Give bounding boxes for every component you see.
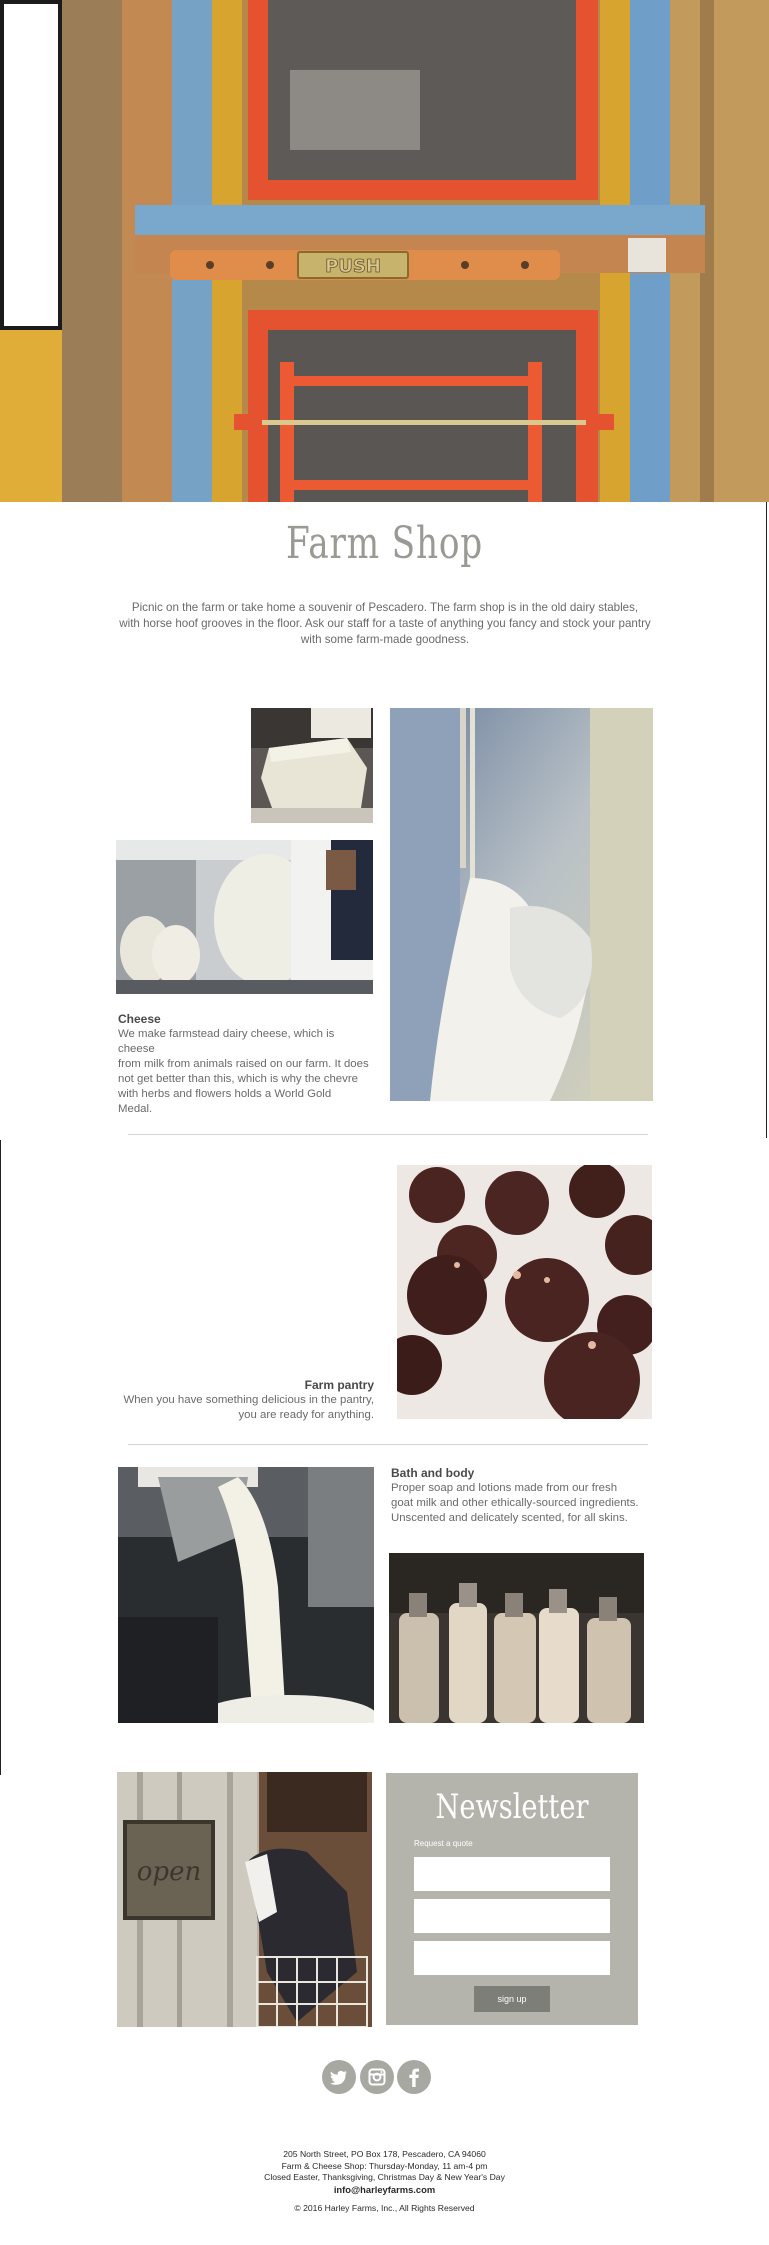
pantry-body: When you have something delicious in the… (118, 1393, 374, 1423)
newsletter-panel: Newsletter Request a quote sign up (386, 1773, 638, 2025)
bath-line: Unscented and delicately scented, for al… (391, 1512, 628, 1524)
cheese-line: We make farmstead dairy cheese, which is… (118, 1028, 335, 1055)
footer-copyright: © 2016 Harley Farms, Inc., All Rights Re… (294, 2203, 475, 2213)
page-title: Farm Shop (285, 518, 484, 569)
section-divider (128, 1134, 648, 1135)
cheese-line: from milk from animals raised on our far… (118, 1058, 369, 1070)
milk-pour-photo (118, 1467, 374, 1723)
pantry-section: Farm pantry When you have something deli… (118, 1378, 374, 1423)
newsletter-field-2[interactable] (414, 1899, 610, 1933)
facebook-icon[interactable] (397, 2060, 431, 2094)
footer-hours: Farm & Cheese Shop: Thursday-Monday, 11 … (281, 2160, 488, 2171)
chocolate-truffles-photo (397, 1165, 652, 1419)
cheese-line: not get better than this, which is why t… (118, 1073, 358, 1085)
twitter-icon[interactable] (322, 2060, 356, 2094)
pantry-line: you are ready for anything. (238, 1409, 374, 1421)
cheese-section: Cheese We make farmstead dairy cheese, w… (118, 1012, 374, 1117)
intro-text: Picnic on the farm or take home a souven… (118, 600, 652, 648)
svg-text:open: open (137, 1857, 201, 1887)
newsletter-field-3[interactable] (414, 1941, 610, 1975)
signup-button[interactable]: sign up (474, 1986, 550, 2012)
intro-line: with horse hoof grooves in the floor. As… (119, 617, 651, 630)
footer-address: 205 North Street, PO Box 178, Pescadero,… (283, 2149, 486, 2159)
section-divider (128, 1444, 648, 1445)
pantry-line: When you have something delicious in the… (123, 1394, 374, 1406)
edge-rule (766, 700, 767, 1138)
bath-body: Proper soap and lotions made from our fr… (391, 1481, 653, 1526)
cheese-hanging-photo (116, 840, 373, 994)
cheese-heading: Cheese (118, 1012, 161, 1026)
hero-photo: PUSH (0, 0, 769, 502)
footer: 205 North Street, PO Box 178, Pescadero,… (0, 2149, 769, 2215)
cheese-bag-photo (390, 708, 653, 1101)
intro-line: Picnic on the farm or take home a souven… (131, 601, 639, 614)
pantry-heading: Farm pantry (304, 1378, 374, 1392)
bath-section: Bath and body Proper soap and lotions ma… (391, 1466, 653, 1526)
newsletter-title: Newsletter (435, 1787, 589, 1827)
edge-rule (0, 1140, 1, 1775)
intro-line: with some farm-made goodness. (300, 633, 470, 646)
footer-closed: Closed Easter, Thanksgiving, Christmas D… (264, 2172, 505, 2182)
svg-text:PUSH: PUSH (325, 256, 381, 277)
instagram-icon[interactable] (360, 2060, 394, 2094)
open-sign-horse-photo: open (117, 1772, 372, 2027)
bath-heading: Bath and body (391, 1466, 475, 1480)
edge-rule (766, 502, 767, 702)
bath-line: goat milk and other ethically-sourced in… (391, 1497, 639, 1509)
cheese-line: Medal. (118, 1103, 153, 1115)
newsletter-subtitle: Request a quote (414, 1839, 473, 1848)
cheese-line: with herbs and flowers holds a World Gol… (118, 1088, 332, 1100)
bath-line: Proper soap and lotions made from our fr… (391, 1482, 618, 1494)
newsletter-field-1[interactable] (414, 1857, 610, 1891)
cheese-body: We make farmstead dairy cheese, which is… (118, 1027, 374, 1117)
footer-email-link[interactable]: info@harleyfarms.com (0, 2184, 769, 2196)
cheese-block-photo (251, 708, 373, 823)
lotion-bottles-photo (389, 1553, 644, 1723)
